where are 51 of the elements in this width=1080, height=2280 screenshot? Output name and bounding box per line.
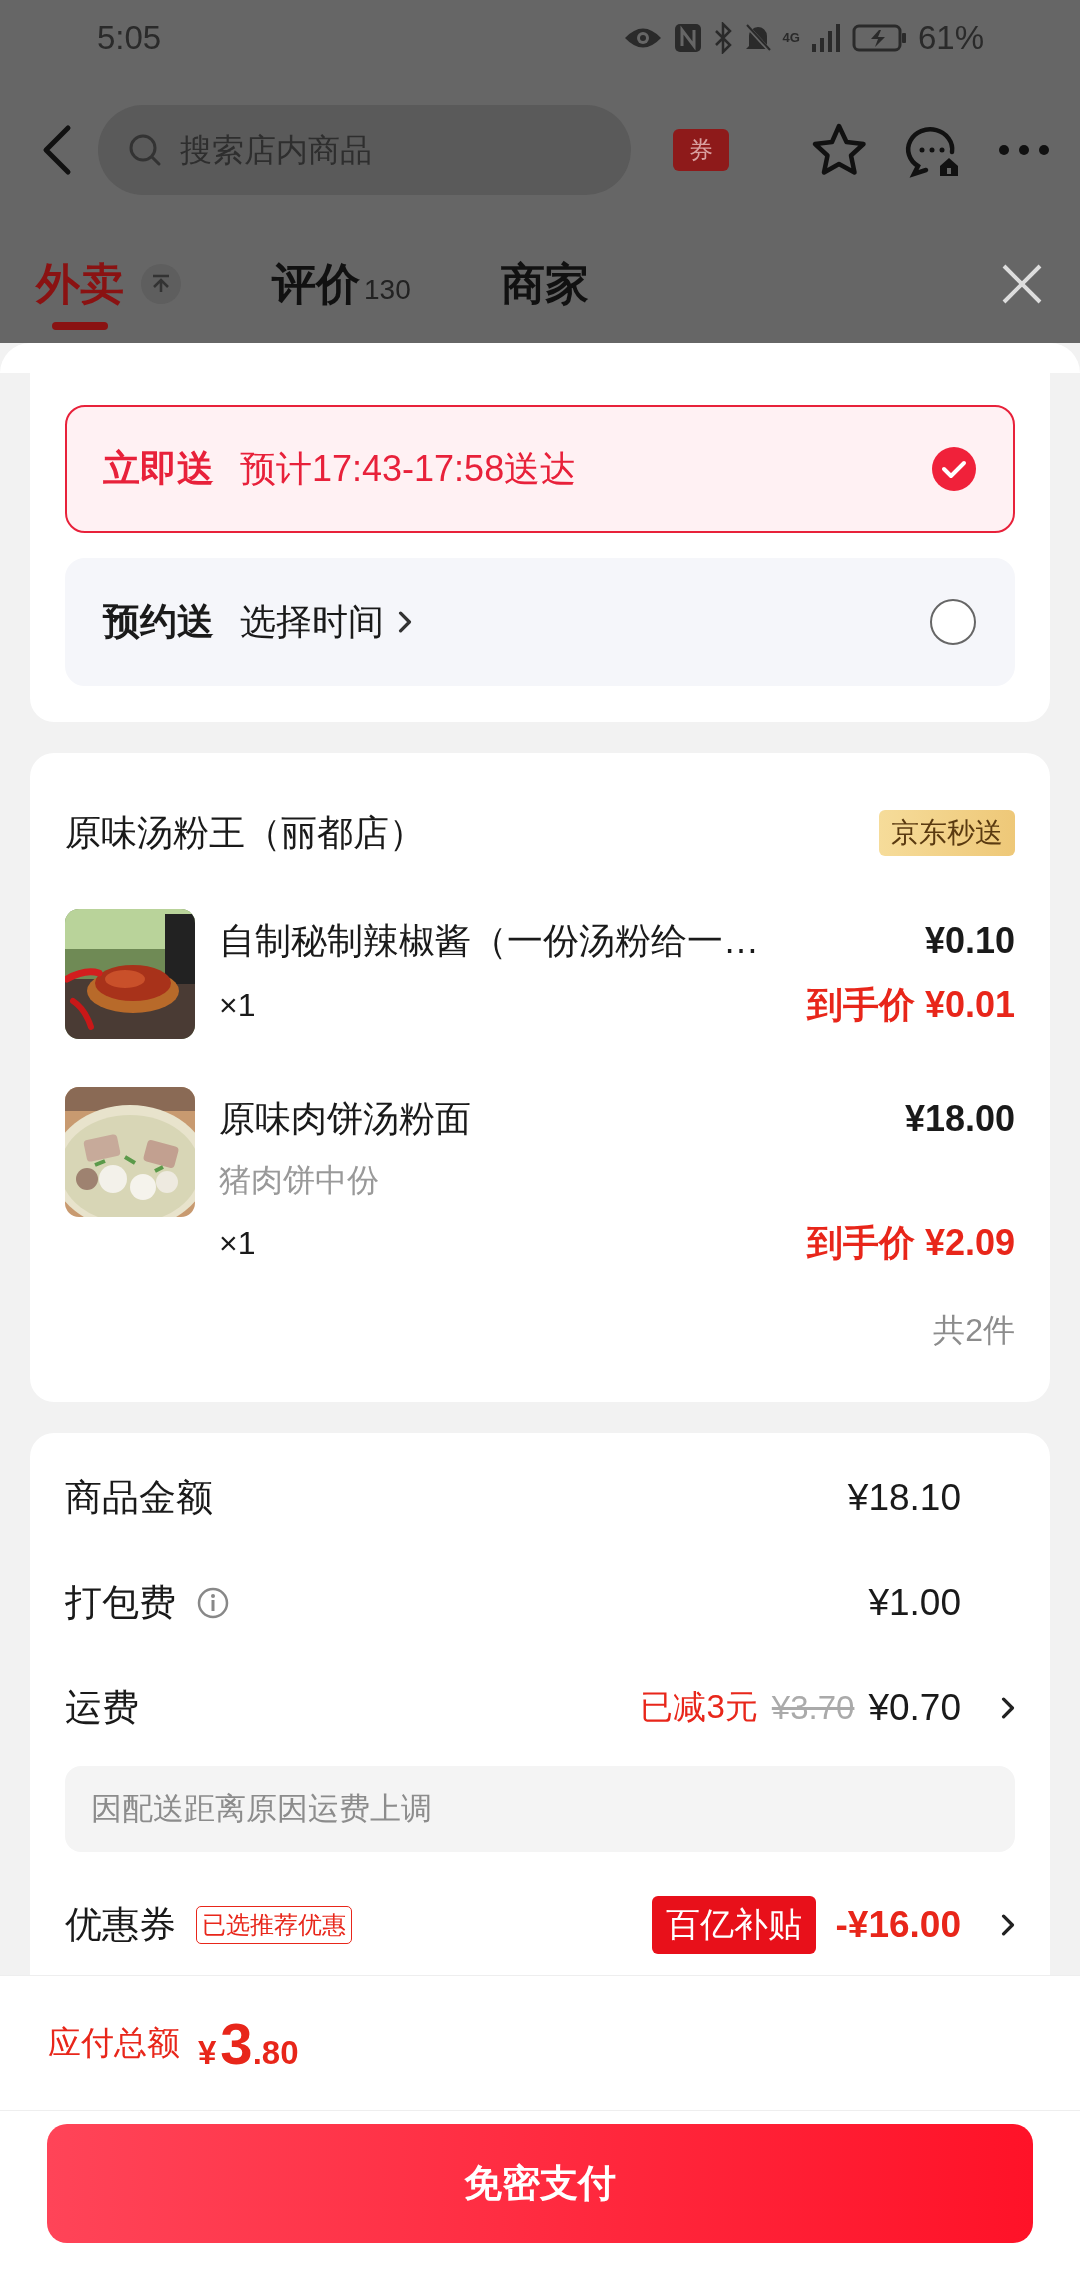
final-price: 到手价 ¥2.09 <box>806 1220 1015 1265</box>
delivery-option[interactable]: 预约送 选择时间 <box>65 558 1015 686</box>
original-price: ¥3.70 <box>771 1688 855 1727</box>
coupon-badge[interactable]: 券 <box>673 129 729 171</box>
search-icon <box>128 133 162 167</box>
item-price: ¥18.00 <box>904 1098 1015 1140</box>
collapse-icon[interactable] <box>140 263 182 305</box>
radio-icon <box>929 598 977 646</box>
item-spec: 猪肉饼中份 <box>219 1161 379 1200</box>
bluetooth-icon <box>712 21 733 54</box>
tab[interactable]: 商家 <box>500 233 589 335</box>
fee-value: ¥0.70 <box>868 1686 961 1729</box>
network-type: 4G <box>782 31 800 44</box>
fee-value: ¥18.10 <box>847 1476 961 1519</box>
final-price: 到手价 ¥0.01 <box>806 982 1015 1027</box>
battery-level: 61% <box>917 18 984 57</box>
delivery-option[interactable]: 立即送 预计17:43-17:58送达 <box>65 405 1015 533</box>
item-price: ¥0.10 <box>924 920 1015 962</box>
total-label: 应付总额 <box>48 2022 180 2063</box>
check-icon <box>931 446 977 492</box>
fee-label: 打包费 <box>65 1580 176 1625</box>
status-time: 5:05 <box>97 18 162 57</box>
chevron-icon <box>398 611 412 633</box>
info-icon[interactable] <box>196 1585 230 1620</box>
item-count: 共2件 <box>933 1311 1015 1350</box>
item-name: 自制秘制辣椒酱（一份汤粉给一… <box>219 918 759 963</box>
fee-label: 优惠券 <box>65 1902 176 1947</box>
nfc-icon <box>672 21 703 54</box>
fee-value: ¥1.00 <box>868 1581 961 1624</box>
discount-text: 已减3元 <box>640 1687 758 1727</box>
chevron-icon <box>1001 1696 1015 1719</box>
fee-label: 运费 <box>65 1685 139 1730</box>
subsidy-badge: 百亿补贴 <box>651 1895 816 1954</box>
fee-note: 因配送距离原因运费上调 <box>65 1766 1015 1852</box>
item-quantity: ×1 <box>219 1224 256 1262</box>
item-name: 原味肉饼汤粉面 <box>219 1096 471 1141</box>
store-name: 原味汤粉王（丽都店） <box>65 810 425 855</box>
signal-icon <box>809 21 842 54</box>
pay-button[interactable]: 免密支付 <box>47 2124 1033 2243</box>
item-quantity: ×1 <box>219 986 256 1024</box>
close-icon[interactable] <box>1000 262 1044 306</box>
delivery-badge: 京东秒送 <box>879 810 1015 856</box>
total-amount: ¥3.80 <box>198 2009 299 2077</box>
tab[interactable]: 评价 130 <box>272 233 411 335</box>
battery-icon <box>851 22 908 53</box>
coupon-tag: 已选推荐优惠 <box>196 1905 352 1944</box>
more-icon[interactable] <box>998 144 1050 156</box>
coupon-value[interactable]: -¥16.00 <box>835 1903 961 1946</box>
fee-label: 商品金额 <box>65 1475 213 1520</box>
chevron-icon <box>1001 1913 1015 1936</box>
star-icon[interactable] <box>810 122 868 178</box>
